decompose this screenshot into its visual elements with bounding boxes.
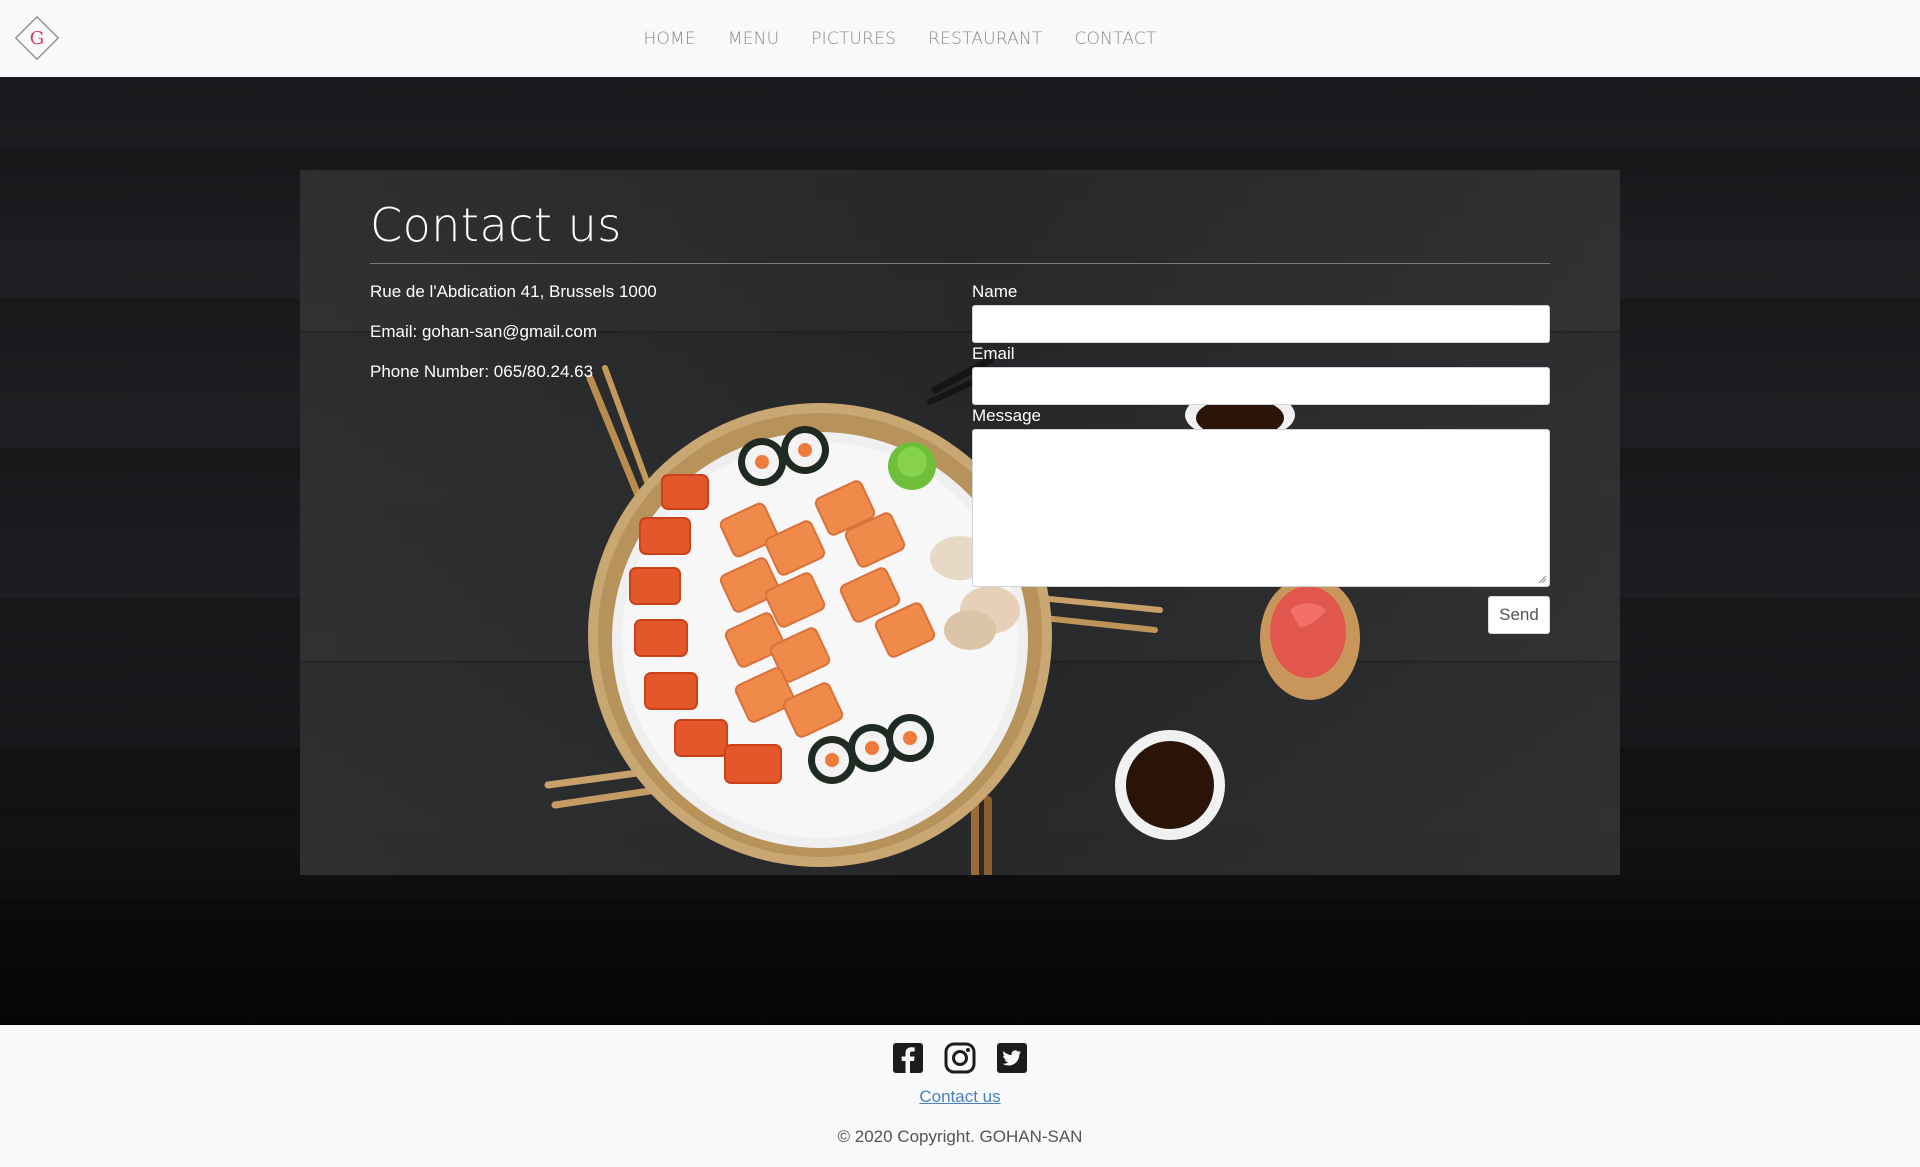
phone-text: Phone Number: 065/80.24.63 — [370, 362, 594, 381]
nav-pictures[interactable]: PICTURES — [811, 29, 896, 49]
navbar: G HOME MENU PICTURES RESTAURANT CONTACT — [0, 0, 1920, 77]
send-button[interactable]: Send — [1488, 596, 1550, 634]
twitter-icon[interactable] — [995, 1041, 1029, 1075]
message-label: Message — [972, 406, 1041, 425]
contact-panel: Contact us Rue de l'Abdication 41, Bruss… — [300, 170, 1620, 875]
footer: Contact us © 2020 Copyright. GOHAN-SAN — [0, 1025, 1920, 1167]
instagram-icon[interactable] — [943, 1041, 977, 1075]
divider — [370, 263, 1550, 264]
message-textarea[interactable] — [972, 429, 1550, 587]
nav-menu: HOME MENU PICTURES RESTAURANT CONTACT — [0, 0, 1920, 77]
name-input[interactable] — [972, 305, 1550, 343]
page-title: Contact us — [370, 198, 622, 252]
resize-grip-icon[interactable] — [1537, 574, 1547, 584]
name-label: Name — [972, 282, 1018, 301]
facebook-icon[interactable] — [891, 1041, 925, 1075]
email-label: Email — [972, 344, 1015, 363]
nav-contact[interactable]: CONTACT — [1074, 29, 1156, 49]
nav-restaurant[interactable]: RESTAURANT — [928, 29, 1042, 49]
nav-home[interactable]: HOME — [643, 29, 695, 49]
address-text: Rue de l'Abdication 41, Brussels 1000 — [370, 282, 657, 301]
nav-menu-link[interactable]: MENU — [728, 29, 779, 49]
social-links — [0, 1041, 1920, 1075]
email-input[interactable] — [972, 367, 1550, 405]
footer-contact-link[interactable]: Contact us — [0, 1087, 1920, 1107]
email-text: Email: gohan-san@gmail.com — [370, 322, 598, 341]
copyright-text: © 2020 Copyright. GOHAN-SAN — [837, 1127, 1083, 1146]
